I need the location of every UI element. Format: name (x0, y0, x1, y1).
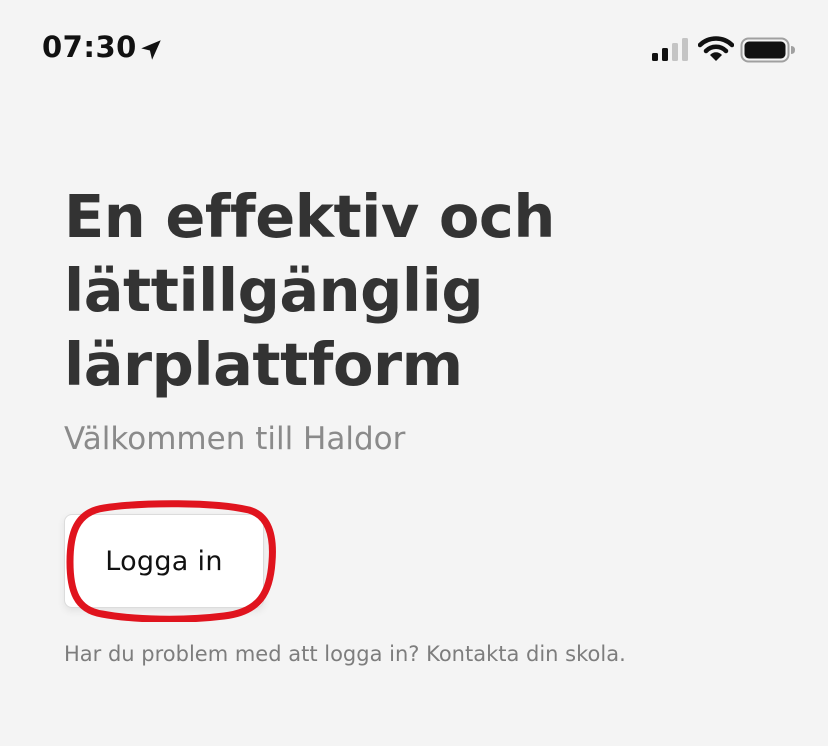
headline-line-3: lärplattform (64, 330, 463, 399)
battery-icon (740, 37, 795, 63)
welcome-subtitle: Välkommen till Haldor (64, 421, 406, 457)
status-bar: 07:30 (0, 0, 828, 100)
cellular-signal-icon (652, 38, 688, 61)
headline-line-1: En effektiv och (64, 182, 555, 251)
login-button-label: Logga in (105, 545, 223, 577)
location-arrow-icon (141, 40, 161, 60)
wifi-icon (698, 36, 734, 61)
status-time: 07:30 (42, 30, 137, 64)
page-headline: En effektiv och lättillgänglig lärplattfor… (64, 180, 764, 402)
login-help-text: Har du problem med att logga in? Kontakt… (64, 642, 626, 666)
headline-line-2: lättillgänglig (64, 256, 484, 325)
login-button[interactable]: Logga in (64, 514, 264, 608)
